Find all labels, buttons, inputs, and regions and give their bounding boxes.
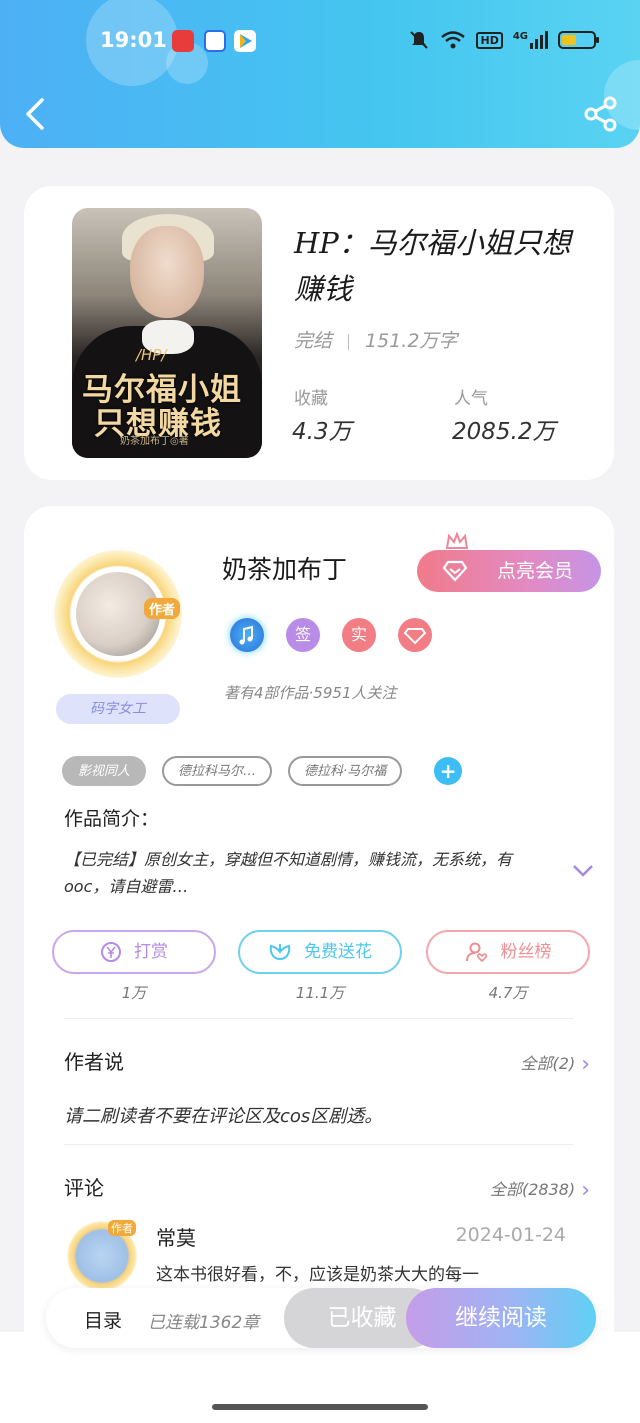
cell-type-label: 4G bbox=[512, 31, 528, 42]
tip-label: 打赏 bbox=[134, 942, 168, 962]
author-title-badge: 码字女工 bbox=[56, 694, 180, 724]
popularity-label: 人气 bbox=[454, 389, 488, 409]
book-status: 完结 bbox=[294, 330, 333, 352]
top-header: 19:01 HD 4G bbox=[0, 0, 640, 148]
continue-reading-button[interactable]: 继续阅读 bbox=[406, 1288, 596, 1348]
author-avatar[interactable]: 作者 bbox=[54, 550, 182, 678]
comments-more-link[interactable]: 全部(2838) › bbox=[490, 1176, 590, 1203]
commenter-avatar[interactable]: 作者 bbox=[64, 1218, 140, 1294]
music-badge-icon[interactable] bbox=[230, 618, 264, 652]
divider bbox=[64, 1018, 574, 1019]
chevron-right-icon: › bbox=[581, 1178, 590, 1203]
serial-chapter-count: 已连载1362章 bbox=[148, 1313, 260, 1333]
comment-text[interactable]: 这本书很好看，不，应该是奶茶大大的每一 bbox=[156, 1260, 556, 1285]
fan-ranking-label: 粉丝榜 bbox=[500, 942, 552, 962]
comments-title: 评论 bbox=[64, 1176, 104, 1200]
tag-chip[interactable]: 影视同人 bbox=[62, 756, 147, 786]
status-time: 19:01 bbox=[100, 28, 167, 52]
back-button[interactable] bbox=[22, 96, 52, 132]
comment-date: 2024-01-24 bbox=[455, 1224, 566, 1246]
author-badges: 签 实 bbox=[230, 618, 432, 652]
baidu-notification-icon bbox=[204, 30, 226, 52]
book-status-line: 完结 151.2万字 bbox=[294, 326, 457, 353]
comments-more-label: 全部(2838) bbox=[489, 1180, 576, 1199]
flower-icon bbox=[269, 944, 291, 961]
status-bar: 19:01 HD 4G bbox=[0, 0, 640, 80]
add-tag-button[interactable]: + bbox=[434, 757, 463, 785]
favorites-value: 4.3万 bbox=[292, 419, 352, 445]
tag-chip[interactable]: 德拉科·马尔福 bbox=[288, 756, 403, 786]
battery-icon bbox=[558, 31, 599, 49]
verified-badge[interactable]: 实 bbox=[342, 618, 376, 652]
book-detail-card: 作者 码字女工 奶茶加布丁 点亮会员 签 实 著有4部作品·5951人关注 影视… bbox=[24, 506, 614, 1406]
status-icons: HD 4G bbox=[408, 29, 599, 51]
yen-coin-icon bbox=[101, 942, 121, 962]
author-says-title: 作者说 bbox=[64, 1050, 124, 1074]
book-info-card: /HP/ 马尔福小姐 只想赚钱 奶茶加布丁◎著 HP：马尔福小姐只想赚钱 完结 1… bbox=[24, 186, 614, 480]
send-flower-label: 免费送花 bbox=[304, 942, 372, 962]
share-button[interactable] bbox=[584, 96, 618, 132]
flower-value: 11.1万 bbox=[295, 984, 345, 1002]
author-says-more-label: 全部(2) bbox=[520, 1054, 576, 1073]
author-says-text: 请二刷读者不要在评论区及cos区剧透。 bbox=[64, 1106, 383, 1127]
home-indicator[interactable] bbox=[212, 1404, 428, 1410]
cell-signal-icon: 4G bbox=[513, 31, 548, 49]
commenter-name[interactable]: 常莫 bbox=[156, 1222, 196, 1251]
fan-ranking-value: 4.7万 bbox=[488, 984, 528, 1002]
video-app-notification-icon bbox=[234, 30, 256, 52]
intro-text[interactable]: 【已完结】原创女主，穿越但不知道剧情，赚钱流，无系统，有ooc，请自避雷… bbox=[64, 846, 544, 900]
app-notification-icon bbox=[172, 30, 194, 52]
author-meta: 著有4部作品·5951人关注 bbox=[224, 684, 397, 702]
mute-bell-icon bbox=[410, 31, 429, 49]
signed-badge[interactable]: 签 bbox=[286, 618, 320, 652]
hd-indicator: HD bbox=[476, 31, 503, 49]
book-tags: 影视同人 德拉科马尔… 德拉科·马尔福 + bbox=[62, 756, 463, 786]
wifi-icon bbox=[441, 31, 466, 49]
author-says-more-link[interactable]: 全部(2) › bbox=[521, 1050, 590, 1077]
diamond-badge-icon[interactable] bbox=[398, 618, 432, 652]
word-count: 151.2万字 bbox=[365, 330, 458, 352]
tip-value: 1万 bbox=[121, 984, 147, 1002]
book-cover[interactable]: /HP/ 马尔福小姐 只想赚钱 奶茶加布丁◎著 bbox=[72, 208, 262, 458]
cover-author: 奶茶加布丁◎著 bbox=[120, 436, 189, 447]
intro-label: 作品简介： bbox=[64, 808, 160, 830]
chevron-right-icon: › bbox=[581, 1052, 590, 1077]
tag-chip[interactable]: 德拉科马尔… bbox=[162, 756, 273, 786]
diamond-icon bbox=[443, 560, 467, 582]
favorites-label: 收藏 bbox=[294, 389, 328, 409]
author-role-tag: 作者 bbox=[144, 598, 181, 619]
book-title: HP：马尔福小姐只想赚钱 bbox=[294, 226, 571, 306]
crown-icon bbox=[445, 532, 469, 549]
tip-button[interactable]: 打赏 bbox=[52, 930, 216, 974]
table-of-contents-button[interactable]: 目录 bbox=[84, 1306, 122, 1333]
fan-ranking-button[interactable]: 粉丝榜 bbox=[426, 930, 590, 974]
vip-button[interactable]: 点亮会员 bbox=[417, 550, 601, 592]
cover-tag: /HP/ bbox=[136, 346, 167, 364]
chevron-down-icon[interactable] bbox=[572, 864, 594, 878]
divider bbox=[64, 1144, 574, 1145]
bottom-action-bar: 目录 已连载1362章 已收藏 继续阅读 bbox=[46, 1288, 596, 1348]
user-heart-icon bbox=[465, 942, 487, 963]
author-name[interactable]: 奶茶加布丁 bbox=[222, 550, 347, 586]
back-arrow-icon bbox=[26, 98, 44, 130]
share-icon bbox=[584, 96, 617, 132]
commenter-role-tag: 作者 bbox=[108, 1220, 136, 1236]
send-flower-button[interactable]: 免费送花 bbox=[238, 930, 402, 974]
vip-button-label: 点亮会员 bbox=[496, 560, 573, 582]
popularity-value: 2085.2万 bbox=[452, 419, 556, 445]
